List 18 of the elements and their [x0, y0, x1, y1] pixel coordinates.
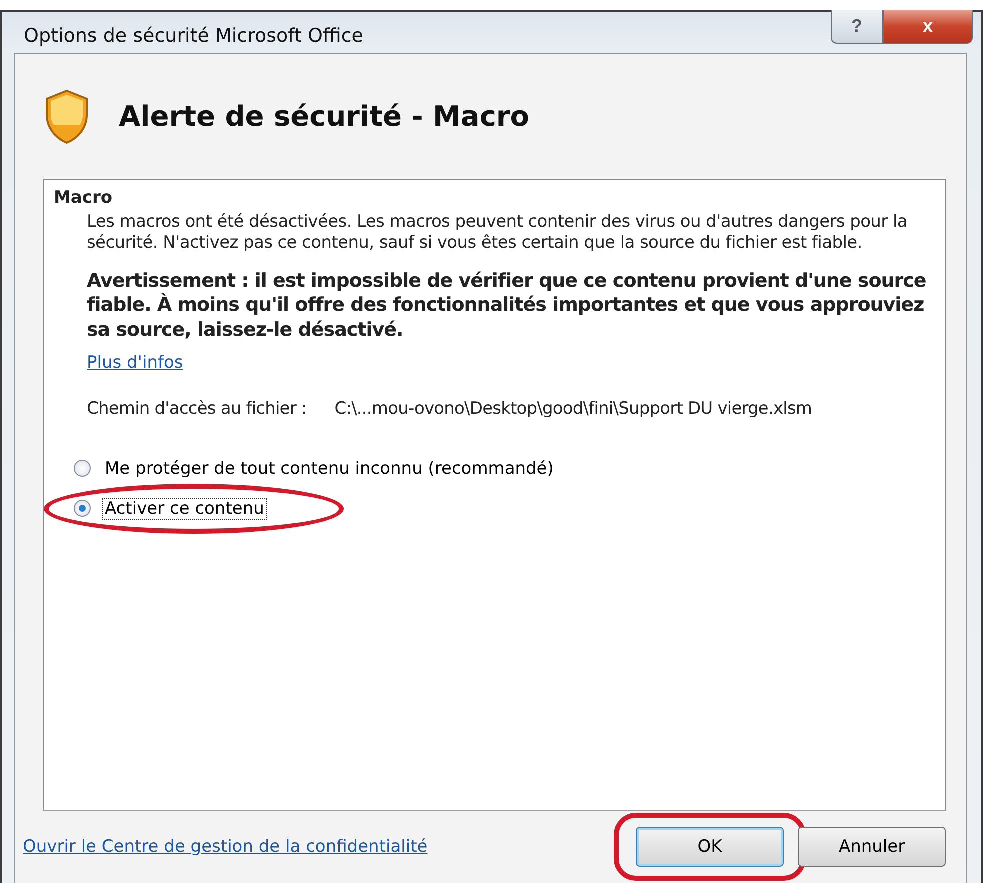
- section-title: Macro: [54, 188, 114, 208]
- help-button[interactable]: ?: [831, 10, 883, 44]
- warning-text: Avertissement : il est impossible de vérifier que ce contenu provient d'une source fiable. À moins qu'il offre des fonctionnalités importantes et que vous approuviez sa source, laissez-le désactivé.: [87, 268, 928, 343]
- more-info-link[interactable]: Plus d'infos: [87, 352, 184, 373]
- trust-center-link[interactable]: Ouvrir le Centre de gestion de la confidentialité: [23, 837, 428, 857]
- alert-heading: Alerte de sécurité - Macro: [119, 100, 530, 133]
- radio-button[interactable]: [74, 460, 91, 478]
- description-text: Les macros ont été désactivées. Les macros peuvent contenir des virus ou d'autres dangers pour la sécurité. N'activez pas ce contenu, sauf si vous êtes certain que la source du fichier est fiable.: [87, 212, 908, 254]
- close-button[interactable]: x: [883, 10, 973, 44]
- path-value: C:\...mou-ovono\Desktop\good\fini\Support DU vierge.xlsm: [334, 398, 812, 419]
- window-title: Options de sécurité Microsoft Office: [24, 24, 364, 46]
- cancel-button[interactable]: Annuler: [798, 827, 946, 867]
- shield-icon: [45, 88, 89, 144]
- path-label: Chemin d'accès au fichier :: [87, 398, 307, 419]
- option-label[interactable]: Me protéger de tout contenu inconnu (recommandé): [103, 458, 556, 479]
- ok-button[interactable]: OK: [636, 827, 784, 867]
- radio-button[interactable]: [74, 500, 91, 518]
- option-label[interactable]: Activer ce contenu: [103, 498, 266, 519]
